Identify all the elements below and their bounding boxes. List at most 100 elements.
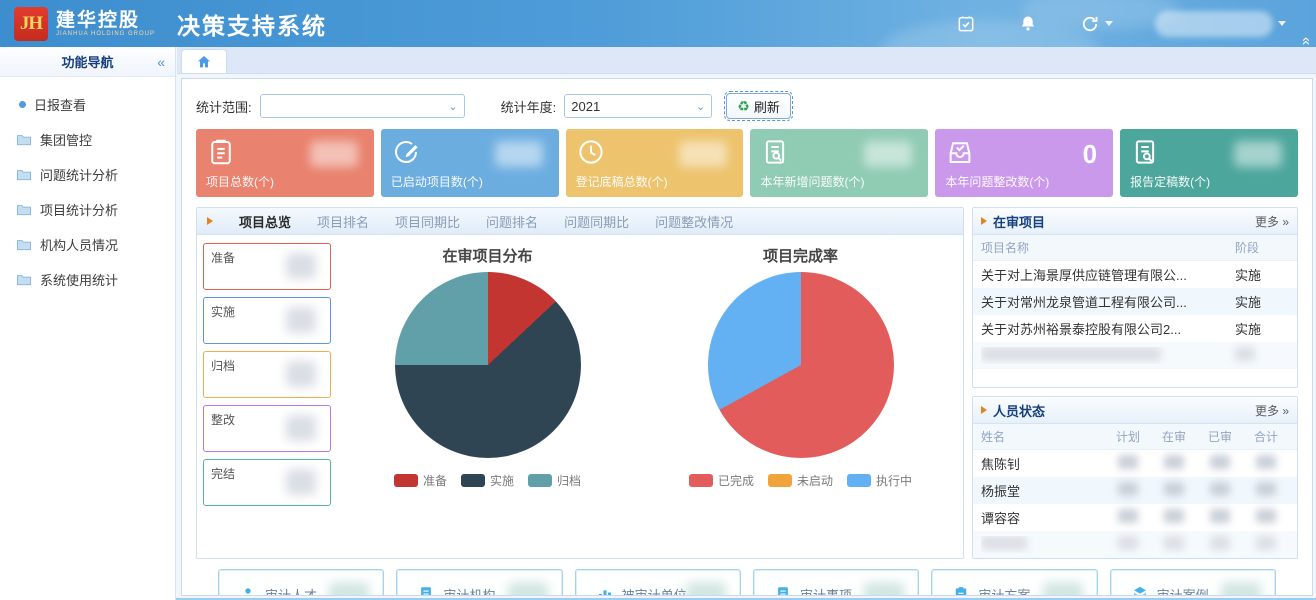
table-header: 项目名称 阶段 [973, 235, 1297, 261]
folder-icon [16, 133, 32, 146]
person-icon [239, 585, 257, 596]
value-redacted [310, 141, 358, 167]
table-row-clipped[interactable] [973, 342, 1297, 369]
value-redacted [1210, 536, 1230, 550]
bar-chart-icon [596, 585, 614, 596]
stage-label: 准备 [211, 251, 235, 265]
sidebar-item-group-control[interactable]: 集团管控 [0, 122, 175, 157]
sidebar-title: 功能导航 [61, 52, 113, 71]
table-body: 关于对上海景厚供应链管理有限公... 实施 关于对常州龙泉管道工程有限公司...… [973, 261, 1297, 387]
sidebar-item-label: 集团管控 [40, 130, 92, 149]
button-audit-cases[interactable]: 审计案例 [1110, 569, 1276, 596]
collapse-header-icon[interactable]: « [1300, 37, 1312, 45]
value-redacted [686, 582, 726, 596]
logo-company-subtitle: JIANHUA HOLDING GROUP [56, 31, 155, 37]
value-redacted [864, 141, 912, 167]
table-row[interactable]: 关于对上海景厚供应链管理有限公... 实施 [973, 261, 1297, 288]
user-menu[interactable] [1155, 11, 1286, 37]
legend-item[interactable]: 准备 [394, 472, 447, 489]
value-redacted [286, 415, 316, 441]
filter-bar: 统计范围: ⌄ 统计年度: 2021 ⌄ ♻ 刷新 [196, 91, 1298, 121]
tab-project-overview[interactable]: 项目总览 [239, 212, 291, 231]
value-redacted [1164, 536, 1184, 550]
tab-issue-rectification[interactable]: 问题整改情况 [655, 212, 733, 231]
table-row[interactable]: 关于对苏州裕景泰控股有限公司2... 实施 [973, 315, 1297, 342]
app-logo: JH 建华控股 JIANHUA HOLDING GROUP [0, 7, 155, 41]
sidebar-item-daily-report[interactable]: 日报查看 [0, 87, 175, 122]
table-row[interactable]: 焦陈钊 [973, 450, 1297, 477]
table-row-clipped[interactable] [973, 531, 1297, 558]
button-audit-talent[interactable]: 审计人才 [218, 569, 384, 596]
pie-completion-rate[interactable] [708, 272, 894, 458]
value-redacted [329, 582, 369, 596]
table-row[interactable]: 谭容容 [973, 504, 1297, 531]
tab-project-ranking[interactable]: 项目排名 [317, 212, 369, 231]
chart-row: 准备 实施 归档 整改 [197, 235, 963, 510]
refresh-button[interactable]: ♻ 刷新 [726, 93, 791, 119]
panel-title: 在审项目 [993, 212, 1045, 231]
button-audit-matters[interactable]: 审计事项 [753, 569, 919, 596]
tab-issue-ranking[interactable]: 问题排名 [486, 212, 538, 231]
value-redacted [1043, 582, 1083, 596]
app-header: JH 建华控股 JIANHUA HOLDING GROUP 决策支持系统 [0, 0, 1316, 47]
chevron-down-icon: ⌄ [448, 100, 457, 113]
pie-project-distribution[interactable] [395, 272, 581, 458]
quick-links-row: 审计人才 审计机构 被审计单位 [196, 569, 1298, 596]
year-select[interactable]: 2021 ⌄ [564, 94, 712, 118]
value-redacted [1118, 536, 1138, 550]
table-row[interactable]: 杨振堂 [973, 477, 1297, 504]
stat-card-rectified-issues[interactable]: 0 本年问题整改数(个) [935, 129, 1113, 197]
sidebar-collapse-icon[interactable]: « [157, 54, 165, 70]
panel-header: 人员状态 更多 » [973, 397, 1297, 424]
tab-home[interactable] [181, 49, 227, 73]
sidebar-item-org-staff[interactable]: 机构人员情况 [0, 227, 175, 262]
stat-card-label: 项目总数(个) [206, 173, 274, 190]
table-row[interactable]: 关于对常州龙泉管道工程有限公司... 实施 [973, 288, 1297, 315]
value-redacted [1118, 509, 1138, 523]
stage-box-implement: 实施 [203, 297, 331, 344]
stat-card-started-projects[interactable]: 已启动项目数(个) [381, 129, 559, 197]
sidebar-item-label: 系统使用统计 [40, 270, 118, 289]
value-redacted [1256, 455, 1276, 469]
project-overview-box: 项目总览 项目排名 项目同期比 问题排名 问题同期比 问题整改情况 准备 [196, 207, 964, 559]
legend-swatch [847, 474, 871, 487]
legend-item[interactable]: 执行中 [847, 472, 912, 489]
sidebar-item-issue-stats[interactable]: 问题统计分析 [0, 157, 175, 192]
stat-card-registered-drafts[interactable]: 登记底稿总数(个) [566, 129, 744, 197]
legend-item[interactable]: 未启动 [768, 472, 833, 489]
legend-item[interactable]: 已完成 [689, 472, 754, 489]
tab-project-yoy[interactable]: 项目同期比 [395, 212, 460, 231]
stat-card-label: 登记底稿总数(个) [576, 173, 668, 190]
legend: 已完成 未启动 执行中 [689, 472, 912, 489]
value-redacted [1256, 509, 1276, 523]
text-redacted [1235, 347, 1255, 361]
legend: 准备 实施 归档 [394, 472, 581, 489]
chart-title: 项目完成率 [763, 245, 838, 266]
year-select-value: 2021 [571, 99, 600, 114]
sidebar: 功能导航 « 日报查看 集团管控 问题统计分析 项目统计分析 机构人员情 [0, 47, 176, 600]
button-audited-units[interactable]: 被审计单位 [575, 569, 741, 596]
legend-swatch [528, 474, 552, 487]
legend-item[interactable]: 归档 [528, 472, 581, 489]
dashboard-body: 项目总览 项目排名 项目同期比 问题排名 问题同期比 问题整改情况 准备 [196, 207, 1298, 559]
more-link[interactable]: 更多 » [1255, 213, 1289, 230]
value-redacted [1118, 482, 1138, 496]
tab-issue-yoy[interactable]: 问题同期比 [564, 212, 629, 231]
sidebar-item-system-usage[interactable]: 系统使用统计 [0, 262, 175, 297]
more-link[interactable]: 更多 » [1255, 402, 1289, 419]
stat-card-new-issues[interactable]: 本年新增问题数(个) [750, 129, 928, 197]
doc-lines-icon [774, 585, 792, 596]
sidebar-item-project-stats[interactable]: 项目统计分析 [0, 192, 175, 227]
legend-item[interactable]: 实施 [461, 472, 514, 489]
scope-label: 统计范围: [196, 97, 252, 116]
scope-select[interactable]: ⌄ [260, 94, 465, 118]
value-redacted [1210, 455, 1230, 469]
button-audit-plan[interactable]: 审计方案 [931, 569, 1097, 596]
stat-card-total-projects[interactable]: 项目总数(个) [196, 129, 374, 197]
legend-swatch [461, 474, 485, 487]
value-redacted [495, 141, 543, 167]
stat-card-final-reports[interactable]: 报告定稿数(个) [1120, 129, 1298, 197]
button-audit-organization[interactable]: 审计机构 [396, 569, 562, 596]
panel-header: 在审项目 更多 » [973, 208, 1297, 235]
subtab-bar: 项目总览 项目排名 项目同期比 问题排名 问题同期比 问题整改情况 [197, 208, 963, 235]
